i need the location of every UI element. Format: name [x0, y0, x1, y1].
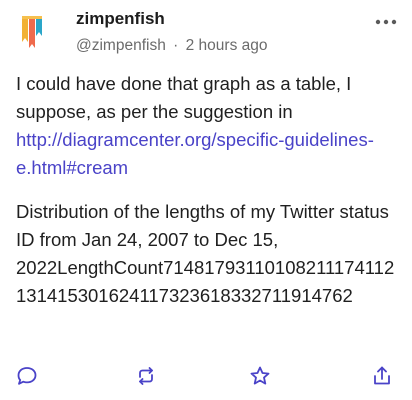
- reply-icon: [17, 367, 37, 385]
- favourite-icon: [250, 366, 270, 385]
- author-handle[interactable]: @zimpenfish: [76, 37, 166, 54]
- post-time[interactable]: 2 hours ago: [186, 37, 268, 54]
- share-icon: [374, 366, 390, 385]
- action-bar: [0, 362, 412, 390]
- post-paragraph-intro: I could have done that graph as a table,…: [16, 70, 400, 182]
- meta-separator: ·: [173, 37, 179, 54]
- share-button[interactable]: [368, 362, 396, 390]
- reply-button[interactable]: [13, 362, 41, 390]
- boost-button[interactable]: [132, 362, 160, 390]
- more-options-button[interactable]: [374, 12, 398, 32]
- more-icon: [375, 19, 397, 25]
- post-content: I could have done that graph as a table,…: [16, 70, 400, 310]
- post-meta: @zimpenfish · 2 hours ago: [76, 36, 372, 56]
- post-paragraph-body: Distribution of the lengths of my Twitte…: [16, 201, 395, 306]
- boost-icon: [139, 367, 153, 385]
- author-display-name[interactable]: zimpenfish: [76, 8, 372, 30]
- avatar[interactable]: [12, 12, 52, 52]
- avatar-logo-icon: [22, 16, 42, 48]
- post-link[interactable]: http://diagramcenter.org/specific-guidel…: [16, 129, 374, 178]
- post-intro-text: I could have done that graph as a table,…: [16, 73, 352, 122]
- favourite-button[interactable]: [246, 362, 274, 390]
- post-card: zimpenfish @zimpenfish · 2 hours ago I c…: [0, 0, 412, 400]
- post-header: zimpenfish @zimpenfish · 2 hours ago: [76, 8, 372, 56]
